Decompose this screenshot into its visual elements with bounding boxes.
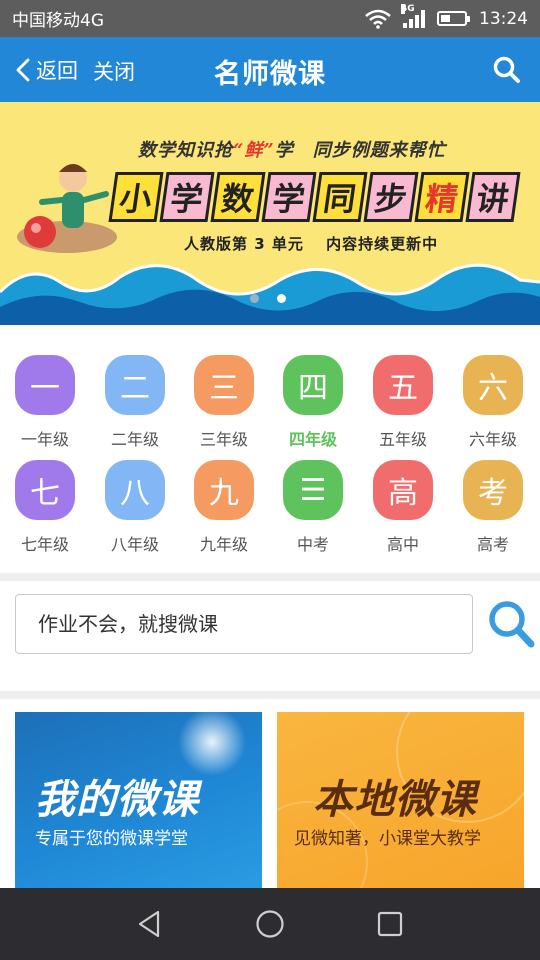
grade-item-3[interactable]: 三 三年级 [184,355,264,450]
grade-5-icon: 五 [373,355,433,415]
search-input[interactable] [16,595,472,653]
promo-banner[interactable]: 数学知识抢“鲜”学 同步例题来帮忙 小 学 数 学 同 步 精 讲 人教版第 3… [0,102,540,325]
carousel-dot[interactable] [250,294,259,303]
banner-headline: 小 学 数 学 同 步 精 讲 [108,172,521,222]
grade-item-2[interactable]: 二 二年级 [95,355,175,450]
grade-label: 三年级 [199,430,248,449]
grade-label: 六年级 [468,430,517,449]
grade-item-gaokao[interactable]: 考 高考 [453,460,533,555]
course-cards: 我的微课 专属于您的微课学堂 本地微课 见微知著，小课堂大教学 [0,699,540,889]
grade-9-icon: 九 [194,460,254,520]
carousel-indicator [250,294,286,303]
clock: 13:24 [479,8,528,29]
back-triangle-icon[interactable] [133,907,167,941]
grade-item-gaozhong[interactable]: 高 高中 [363,460,443,555]
headline-char: 小 [108,172,164,222]
grade-item-1[interactable]: 一 一年级 [5,355,85,450]
grade-6-icon: 六 [463,355,523,415]
grade-2-icon: 二 [105,355,165,415]
slogan-left: 数学知识抢 [138,140,233,161]
grade-label: 七年级 [20,535,69,554]
headline-char: 讲 [465,172,521,222]
headline-char: 学 [159,172,215,222]
search-section [0,581,540,691]
grade-item-4[interactable]: 四 四年级 [273,355,353,450]
grade-label: 二年级 [110,430,159,449]
headline-char: 步 [363,172,419,222]
carousel-dot-active[interactable] [277,294,286,303]
headline-char: 数 [210,172,266,222]
slogan-fresh: “鲜” [233,140,275,161]
wave-decoration [0,263,540,325]
chevron-left-icon [16,58,30,82]
signal-icon: 4G [401,3,425,28]
grade-label: 五年级 [378,430,427,449]
search-box[interactable] [15,594,473,654]
wifi-icon [365,9,391,29]
recents-square-icon[interactable] [373,907,407,941]
card-title: 我的微课 [35,777,199,823]
grade-label: 高中 [386,535,419,554]
gaokao-icon: 考 [463,460,523,520]
search-icon[interactable] [487,599,535,649]
back-button[interactable]: 返回 [14,55,78,85]
title-bar: 返回 关闭 名师微课 [0,37,540,102]
grade-4-icon: 四 [283,355,343,415]
status-bar: 中国移动4G 4G 13:24 [0,0,540,37]
battery-icon [437,11,470,26]
status-icons: 4G 13:24 [365,3,528,29]
grade-label: 九年级 [199,535,248,554]
gaozhong-icon: 高 [373,460,433,520]
grade-label-active: 四年级 [288,430,337,449]
grade-label: 中考 [296,535,329,554]
local-courses-card[interactable]: 本地微课 见微知著，小课堂大教学 [277,712,524,889]
headline-char: 精 [414,172,470,222]
system-nav-bar [0,888,540,960]
grade-label: 高考 [476,535,509,554]
network-type: 4G [401,3,415,14]
grade-item-6[interactable]: 六 六年级 [453,355,533,450]
card-title: 本地微课 [313,777,477,823]
search-icon[interactable] [492,55,522,85]
grade-item-8[interactable]: 八 八年级 [95,460,175,555]
card-subtitle: 专属于您的微课学堂 [35,829,188,849]
grade-item-zhongkao[interactable]: ☰ 中考 [273,460,353,555]
grade-item-9[interactable]: 九 九年级 [184,460,264,555]
grade-3-icon: 三 [194,355,254,415]
grade-1-icon: 一 [15,355,75,415]
grade-label: 一年级 [20,430,69,449]
grade-label: 八年级 [110,535,159,554]
banner-subtitle: 人教版第 3 单元 内容持续更新中 [184,235,439,253]
carrier-name: 中国移动4G [12,11,104,31]
grade-grid: 一 一年级 二 二年级 三 三年级 四 四年级 五 五年级 六 六年级 七 七年… [0,325,540,573]
page-title: 名师微课 [214,59,326,90]
card-subtitle: 见微知著，小课堂大教学 [294,829,481,849]
grade-item-7[interactable]: 七 七年级 [5,460,85,555]
headline-char: 同 [312,172,368,222]
close-button[interactable]: 关闭 [93,56,135,86]
list-icon: ☰ [283,460,343,520]
grade-item-5[interactable]: 五 五年级 [363,355,443,450]
back-label: 返回 [36,59,78,83]
headline-char: 学 [261,172,317,222]
slogan-right: 学 同步例题来帮忙 [274,140,446,161]
home-circle-icon[interactable] [253,907,287,941]
mascot-illustration [17,164,117,253]
my-courses-card[interactable]: 我的微课 专属于您的微课学堂 [15,712,262,889]
grade-8-icon: 八 [105,460,165,520]
grade-7-icon: 七 [15,460,75,520]
banner-slogan: 数学知识抢“鲜”学 同步例题来帮忙 [138,136,446,162]
